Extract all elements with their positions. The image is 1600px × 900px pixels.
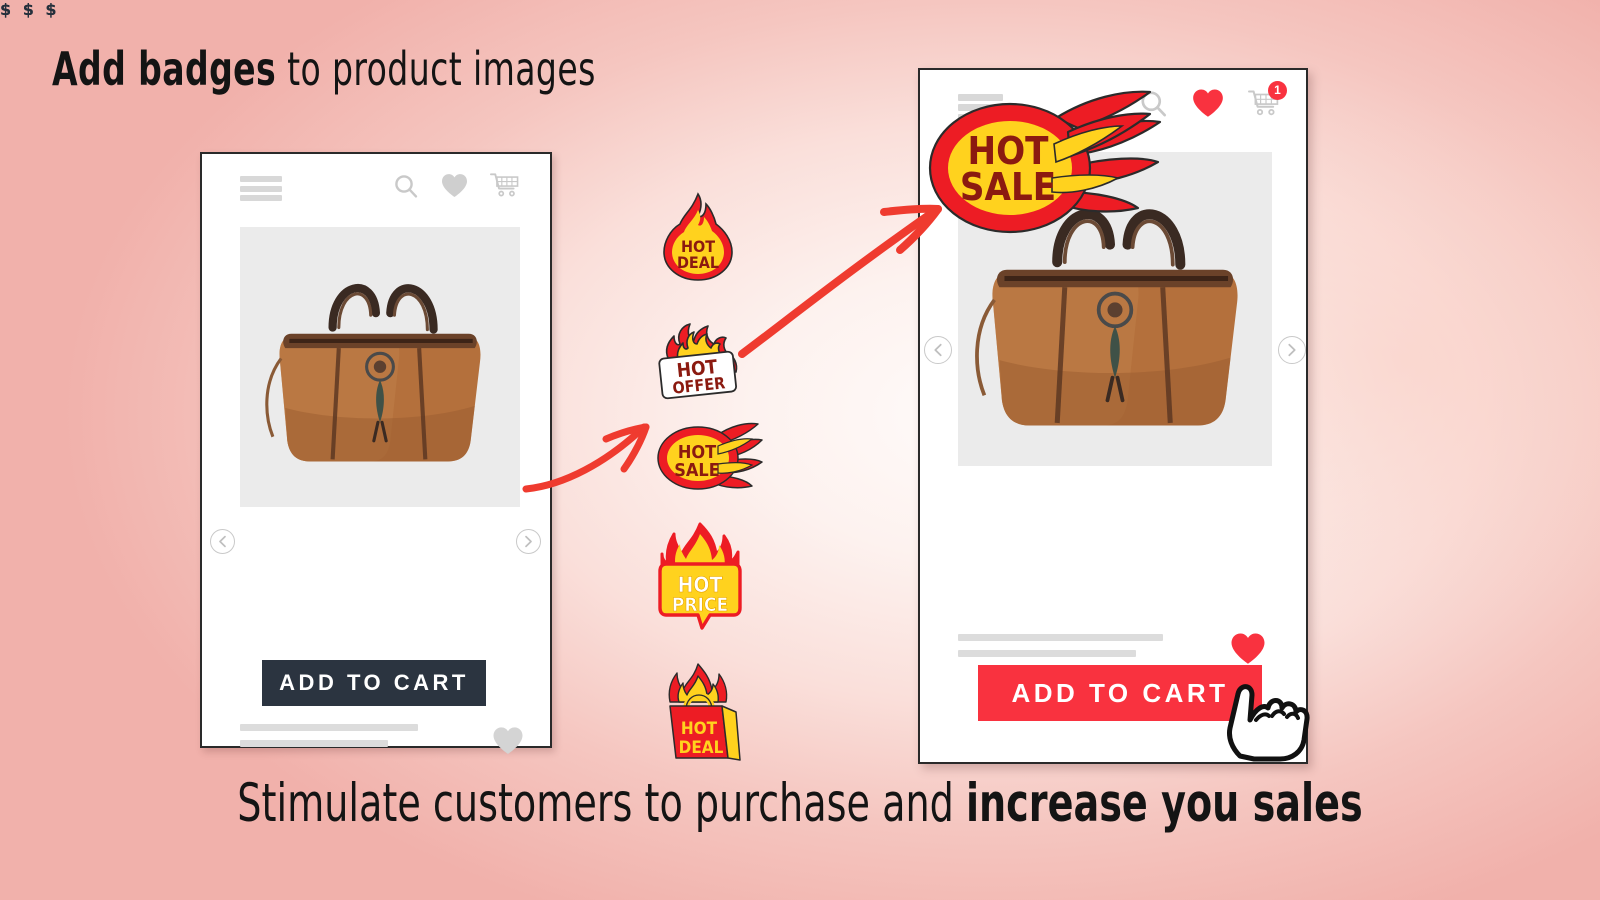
badge-hot-offer-tag[interactable]: HOT OFFER bbox=[652, 322, 744, 400]
after-price: $ $ $ bbox=[0, 0, 60, 19]
badge-hot-deal-flame-line2: DEAL bbox=[677, 253, 719, 272]
cart-count-badge: 1 bbox=[1268, 80, 1287, 100]
badge-hot-deal-flame[interactable]: HOT DEAL bbox=[662, 192, 734, 282]
before-header-icons bbox=[393, 172, 520, 204]
badge-hot-sale-oval[interactable]: HOT SALE bbox=[656, 418, 764, 496]
page-title-bold: Add badges bbox=[52, 42, 277, 96]
before-product-card bbox=[200, 152, 552, 754]
shopping-cart-icon[interactable] bbox=[490, 172, 520, 204]
before-card-header bbox=[202, 154, 550, 218]
shopping-cart-icon[interactable]: 1 bbox=[1248, 80, 1287, 123]
badge-hot-deal-bag-line2: DEAL bbox=[679, 738, 724, 758]
after-carousel-next[interactable] bbox=[1278, 336, 1306, 364]
poster-canvas: Add badges to product images $ $ $ ADD T… bbox=[0, 0, 1600, 900]
badge-hot-deal-bag-line1: HOT bbox=[681, 719, 718, 739]
before-product-image bbox=[240, 227, 520, 507]
after-text-placeholder bbox=[958, 634, 1163, 657]
before-text-placeholder bbox=[240, 724, 420, 747]
footer-tagline-normal: Stimulate customers to purchase and bbox=[237, 773, 966, 834]
hamburger-menu-icon[interactable] bbox=[240, 176, 282, 201]
after-carousel-prev[interactable] bbox=[924, 336, 952, 364]
heart-icon[interactable] bbox=[441, 173, 468, 203]
badge-hot-sale-line2: SALE bbox=[674, 460, 720, 481]
before-carousel-next[interactable] bbox=[516, 529, 541, 554]
footer-tagline-bold: increase you sales bbox=[965, 773, 1363, 834]
search-icon[interactable] bbox=[393, 173, 419, 204]
before-add-to-cart-button[interactable]: ADD TO CART bbox=[262, 660, 486, 706]
badge-hot-price-line2: PRICE bbox=[672, 594, 728, 616]
footer-tagline: Stimulate customers to purchase and incr… bbox=[237, 777, 1362, 830]
applied-hot-sale-badge: HOT SALE bbox=[928, 82, 1163, 254]
badge-hot-price-bubble[interactable]: HOT PRICE bbox=[658, 522, 742, 630]
after-add-to-cart-button[interactable]: ADD TO CART bbox=[978, 665, 1262, 721]
heart-icon[interactable] bbox=[1192, 88, 1224, 123]
page-title: Add badges to product images bbox=[52, 46, 596, 92]
badge-hot-deal-bag[interactable]: HOT DEAL bbox=[656, 662, 742, 762]
page-title-rest: to product images bbox=[276, 42, 596, 96]
before-carousel-prev[interactable] bbox=[210, 529, 235, 554]
before-wishlist-icon[interactable] bbox=[492, 726, 524, 760]
applied-badge-line2: SALE bbox=[960, 165, 1056, 209]
